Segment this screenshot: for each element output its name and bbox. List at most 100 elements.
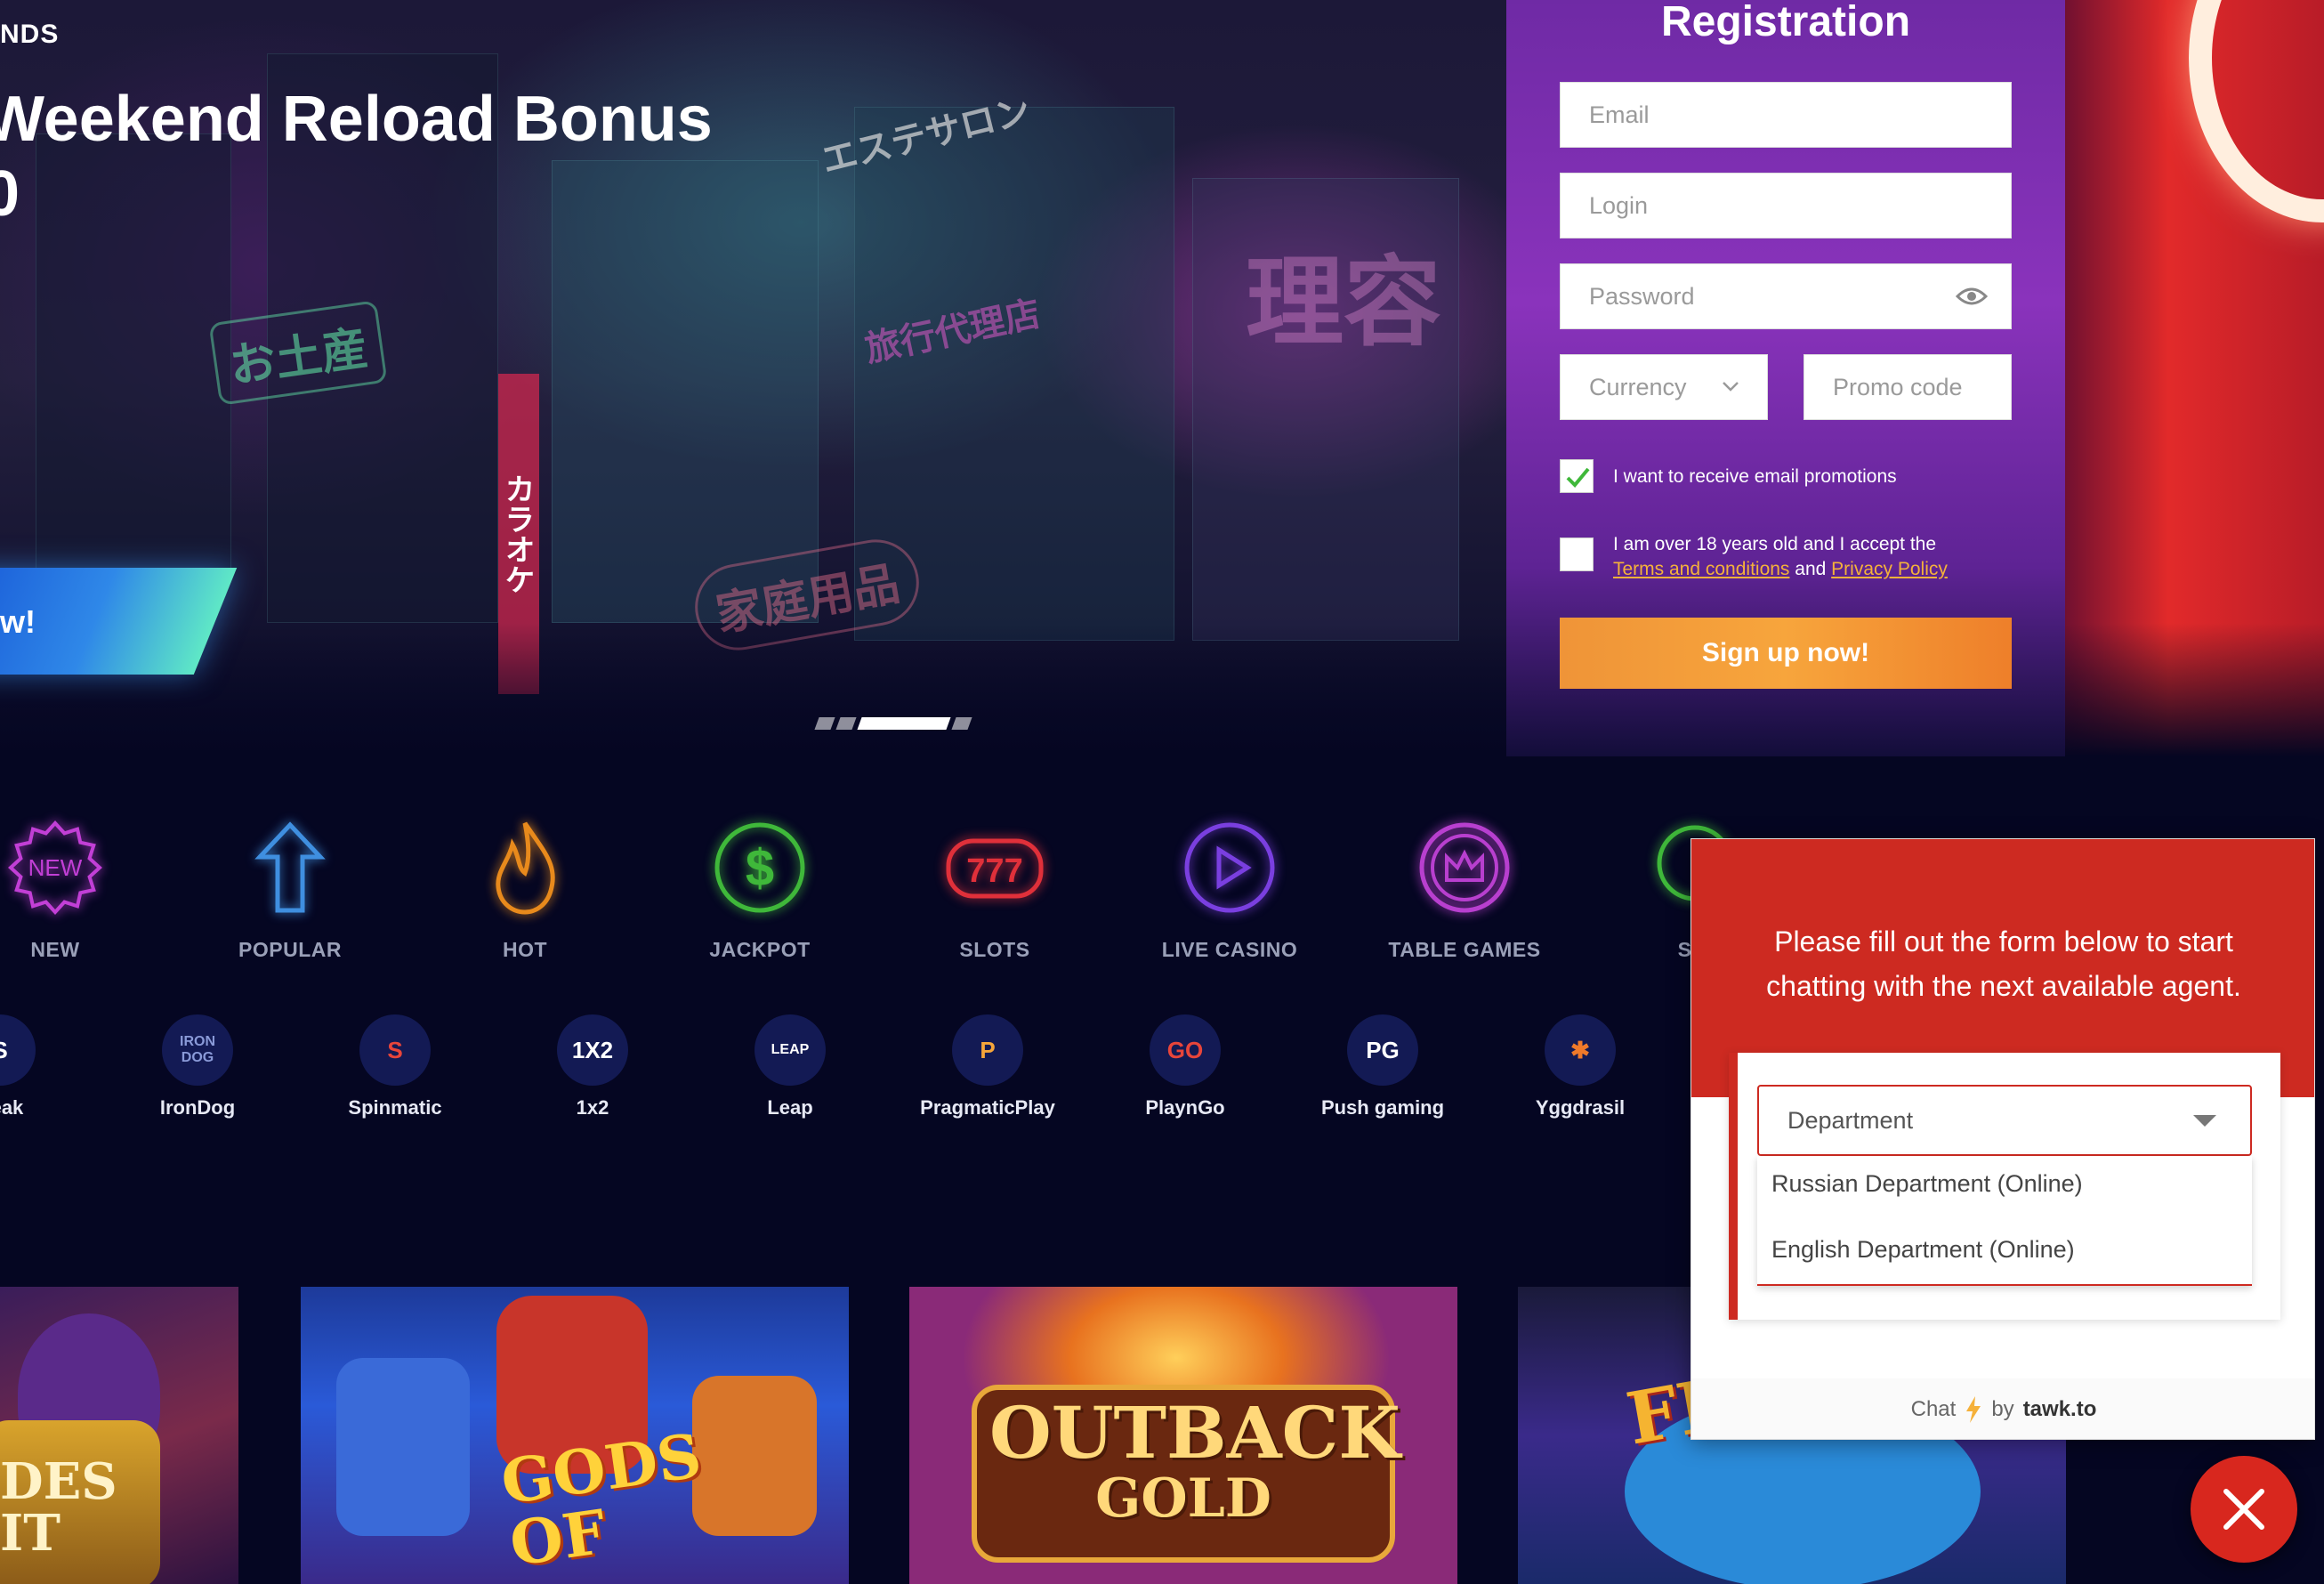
- currency-select[interactable]: Currency: [1560, 354, 1768, 420]
- checkmark-icon: [1566, 467, 1590, 488]
- new-badge-icon: NEW: [8, 820, 102, 915]
- age-links: Terms and conditions and Privacy Policy: [1613, 557, 1948, 582]
- department-option[interactable]: Russian Department (Online): [1771, 1170, 2083, 1198]
- age-text: I am over 18 years old and I accept the: [1613, 534, 1937, 554]
- chat-message: Please fill out the form below to start …: [1766, 925, 2241, 1002]
- svg-text:$: $: [746, 839, 774, 897]
- game-title-line1: DES: [0, 1452, 117, 1511]
- department-select[interactable]: Department: [1757, 1085, 2252, 1156]
- provider-label: Yggdrasil: [1535, 1096, 1626, 1119]
- play-icon: [1184, 822, 1275, 913]
- provider-label: PragmaticPlay: [920, 1096, 1055, 1119]
- provider-pragmaticplay[interactable]: P PragmaticPlay: [899, 1014, 1077, 1119]
- provider-playngo[interactable]: GO PlaynGo: [1096, 1014, 1274, 1119]
- slider-dot[interactable]: [857, 717, 951, 730]
- footer-chat-label: Chat: [1910, 1397, 1957, 1421]
- registration-title: Registration: [1660, 0, 1911, 45]
- email-placeholder: Email: [1589, 101, 1650, 128]
- category-new[interactable]: NEW NEW: [0, 814, 162, 962]
- signup-button[interactable]: Sign up now!: [1560, 618, 2012, 689]
- department-option[interactable]: English Department (Online): [1771, 1236, 2075, 1264]
- lightning-icon: [1966, 1396, 1981, 1423]
- provider-irondog[interactable]: IRON DOG IronDog: [109, 1014, 286, 1119]
- chevron-down-icon: [1723, 382, 1739, 392]
- game-tile[interactable]: OUTBACK GOLD: [909, 1287, 1457, 1584]
- provider-logo: PG: [1347, 1014, 1418, 1086]
- category-label: JACKPOT: [709, 938, 811, 961]
- svg-text:NEW: NEW: [28, 854, 83, 881]
- caret-down-icon: [2193, 1115, 2216, 1127]
- age-terms-label: I am over 18 years old and I accept the …: [1613, 532, 1948, 582]
- category-slots[interactable]: 777 SLOTS: [888, 814, 1101, 962]
- password-field[interactable]: Password: [1560, 263, 2012, 329]
- provider-logo: S: [359, 1014, 431, 1086]
- promotions-checkbox[interactable]: [1560, 459, 1594, 493]
- chat-widget: Please fill out the form below to start …: [1691, 838, 2315, 1440]
- provider-label: IronDog: [159, 1096, 236, 1119]
- provider-label: 1x2: [576, 1096, 609, 1119]
- slider-dot[interactable]: [835, 717, 857, 730]
- category-label: TABLE GAMES: [1388, 938, 1541, 961]
- flame-icon: [496, 821, 555, 915]
- login-field[interactable]: Login: [1560, 173, 2012, 238]
- slot-777-icon: 777: [946, 838, 1044, 899]
- provider-label: Leap: [767, 1096, 813, 1119]
- slider-dot[interactable]: [814, 717, 835, 730]
- provider-leap[interactable]: LEAP Leap: [701, 1014, 879, 1119]
- provider-treak[interactable]: Streak: [0, 1014, 89, 1119]
- game-title: OUTBACK GOLD: [989, 1394, 1400, 1530]
- arrow-up-icon: [254, 821, 326, 913]
- provider-logo: IRON DOG: [162, 1014, 233, 1086]
- casino-page: カラオケ エステサロン 理容 旅行代理店 家庭用品 お土産 NDS Weeken…: [0, 0, 2324, 1584]
- neon-sign: 理容: [1246, 246, 1441, 360]
- department-dropdown: Russian Department (Online) English Depa…: [1757, 1156, 2252, 1286]
- provider-push-gaming[interactable]: PG Push gaming: [1294, 1014, 1472, 1119]
- hero-cta-label[interactable]: w!: [0, 603, 36, 641]
- age-terms-checkbox[interactable]: [1560, 537, 1594, 571]
- category-hot[interactable]: HOT: [418, 814, 632, 962]
- category-label: LIVE CASINO: [1161, 938, 1298, 961]
- game-title-line2: IT: [0, 1504, 61, 1563]
- provider-logo: LEAP: [754, 1014, 826, 1086]
- slider-dot[interactable]: [951, 717, 972, 730]
- promo-placeholder: Promo code: [1833, 373, 1963, 400]
- promo-code-field[interactable]: Promo code: [1804, 354, 2012, 420]
- provider-label: PlaynGo: [1145, 1096, 1225, 1119]
- hero-title-line1: Weekend Reload Bonus: [0, 84, 713, 155]
- hero-title: Weekend Reload Bonus 0: [0, 82, 713, 231]
- category-jackpot[interactable]: $ JACKPOT: [653, 814, 867, 962]
- game-art: [336, 1358, 470, 1536]
- provider-label: Spinmatic: [348, 1096, 442, 1119]
- chat-close-button[interactable]: [2191, 1456, 2297, 1563]
- privacy-link[interactable]: Privacy Policy: [1831, 559, 1948, 579]
- provider-1x2[interactable]: 1X2 1x2: [504, 1014, 682, 1119]
- provider-logo: ✱: [1545, 1014, 1616, 1086]
- close-icon: [2223, 1489, 2264, 1530]
- terms-link[interactable]: Terms and conditions: [1613, 559, 1789, 579]
- game-title-line2: GOLD: [1095, 1467, 1271, 1530]
- tawkto-brand[interactable]: tawk.to: [2023, 1397, 2097, 1422]
- game-tile[interactable]: DES IT: [0, 1287, 238, 1584]
- provider-yggdrasil[interactable]: ✱ Yggdrasil: [1491, 1014, 1669, 1119]
- category-popular[interactable]: POPULAR: [183, 814, 397, 962]
- eye-icon[interactable]: [1956, 286, 1988, 307]
- login-placeholder: Login: [1589, 191, 1649, 219]
- provider-label: Push gaming: [1320, 1096, 1445, 1119]
- category-table-games[interactable]: TABLE GAMES: [1358, 814, 1571, 962]
- game-tile[interactable]: GODS OF: [301, 1287, 849, 1584]
- provider-spinmatic[interactable]: S Spinmatic: [306, 1014, 484, 1119]
- hero-title-line2: 0: [0, 158, 20, 230]
- promotions-label: I want to receive email promotions: [1613, 466, 1897, 487]
- category-label: HOT: [502, 938, 548, 961]
- email-field[interactable]: Email: [1560, 82, 2012, 148]
- registration-panel: Registration Email Login Password Curren…: [1506, 0, 2065, 756]
- dollar-icon: $: [714, 822, 805, 913]
- provider-logo: 1X2: [557, 1014, 628, 1086]
- game-title: GODS OF: [497, 1420, 714, 1580]
- slider-dots: [814, 717, 972, 730]
- hero-kicker: NDS: [0, 20, 60, 49]
- category-label: NEW: [30, 938, 80, 961]
- category-live-casino[interactable]: LIVE CASINO: [1123, 814, 1336, 962]
- currency-placeholder: Currency: [1589, 373, 1687, 400]
- category-label: POPULAR: [238, 938, 342, 961]
